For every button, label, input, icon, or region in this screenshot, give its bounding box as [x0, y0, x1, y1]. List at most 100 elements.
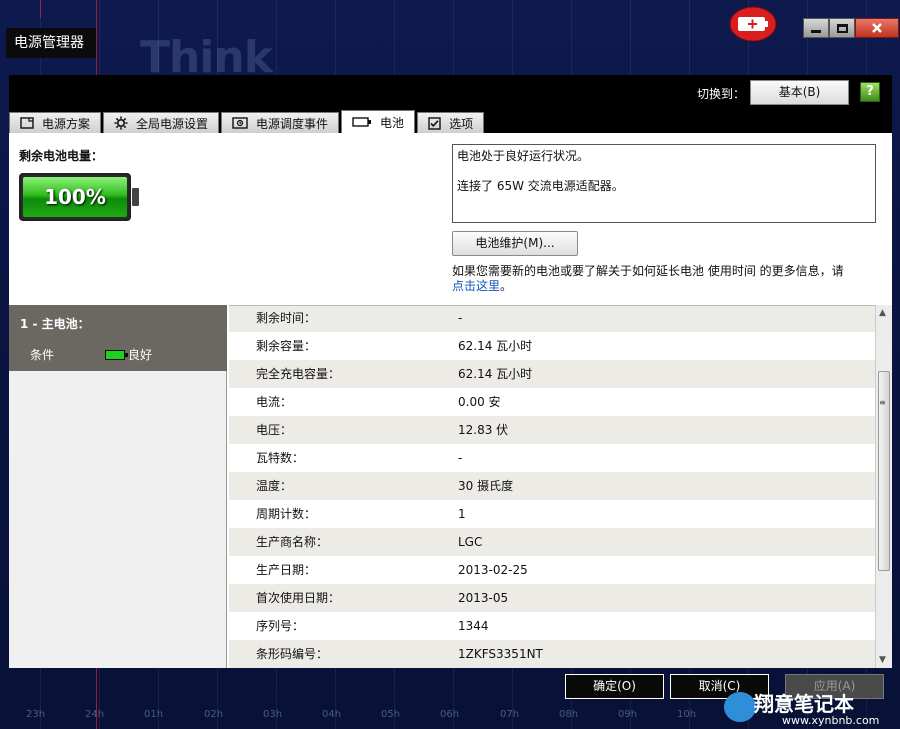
battery-app-icon — [729, 6, 777, 42]
detail-key: 周期计数： — [256, 507, 317, 521]
tab-label: 电源调度事件 — [256, 116, 329, 131]
click-here-link[interactable]: 点击这里 — [452, 279, 500, 293]
detail-value: 0.00 安 — [458, 395, 501, 409]
tab-power-plan[interactable]: 电源方案 — [9, 112, 102, 133]
detail-row: 生产日期： 2013-02-25 — [229, 556, 875, 584]
help-icon[interactable]: ? — [860, 82, 880, 102]
tab-label: 选项 — [449, 116, 474, 131]
detail-value: 1 — [458, 507, 466, 521]
tab-label: 电源方案 — [42, 116, 91, 131]
detail-value: 62.14 瓦小时 — [458, 367, 533, 381]
client-area: 切换到： 基本(B) ? 电源方案 全局电源设置 电源调度事件 电池 选项 剩余… — [9, 75, 892, 668]
time-axis-label: 07h — [500, 709, 520, 720]
condition-label: 条件 — [30, 348, 55, 362]
mini-battery-icon — [105, 349, 128, 360]
maximize-button[interactable] — [829, 18, 855, 38]
basic-mode-button[interactable]: 基本(B) — [750, 80, 849, 105]
switch-to-label: 切换到： — [697, 87, 746, 101]
close-button[interactable] — [855, 18, 899, 38]
detail-key: 电流： — [256, 395, 293, 409]
detail-row: 首次使用日期： 2013-05 — [229, 584, 875, 612]
time-axis-label: 24h — [85, 709, 105, 720]
battery-list-item[interactable]: 1 - 主电池： 条件 良好 — [9, 305, 227, 371]
detail-value: 12.83 伏 — [458, 423, 509, 437]
detail-row: 瓦特数： - — [229, 444, 875, 472]
battery-level-gauge: 100% — [19, 173, 141, 223]
tab-global-settings[interactable]: 全局电源设置 — [103, 112, 220, 133]
window-title: 电源管理器 — [6, 28, 96, 58]
remaining-charge-label: 剩余电池电量： — [19, 149, 104, 163]
status-health-text: 电池处于良好运行状况。 — [457, 149, 590, 163]
tab-schedule-events[interactable]: 电源调度事件 — [221, 112, 340, 133]
time-axis-label: 10h — [677, 709, 697, 720]
tab-label: 电池 — [380, 115, 405, 130]
power-plan-icon — [20, 117, 34, 129]
detail-key: 首次使用日期： — [256, 591, 341, 605]
info-text: 如果您需要新的电池或要了解关于如何延长电池 使用时间 的更多信息，请 点击这里。 — [452, 264, 882, 294]
battery-details-table: 剩余时间： - 剩余容量： 62.14 瓦小时 完全充电容量： 62.14 瓦小时 电流： 0… — [229, 305, 875, 668]
scroll-up-icon[interactable]: ▲ — [879, 308, 886, 318]
time-axis-label: 03h — [263, 709, 283, 720]
detail-value: 1ZKFS3351NT — [458, 647, 543, 661]
detail-key: 条形码编号： — [256, 647, 329, 661]
detail-key: 剩余容量： — [256, 339, 317, 353]
scroll-down-icon[interactable]: ▼ — [879, 655, 886, 665]
condition-status: 良好 — [105, 346, 152, 363]
info-body: 如果您需要新的电池或要了解关于如何延长电池 使用时间 的更多信息，请 — [452, 264, 844, 278]
tab-options[interactable]: 选项 — [417, 112, 485, 133]
schedule-icon — [232, 117, 248, 129]
detail-row: 条形码编号： 1ZKFS3351NT — [229, 640, 875, 668]
detail-key: 剩余时间： — [256, 311, 317, 325]
detail-value: LGC — [458, 535, 483, 549]
time-axis-label: 02h — [204, 709, 224, 720]
tab-label: 全局电源设置 — [136, 116, 209, 131]
watermark-url: www.xynbnb.com — [782, 714, 880, 727]
site-watermark: 翔意笔记本 www.xynbnb.com — [722, 688, 900, 729]
maximize-icon — [836, 23, 848, 33]
detail-key: 序列号： — [256, 619, 305, 633]
gear-icon — [114, 116, 128, 130]
tab-battery[interactable]: 电池 — [341, 110, 416, 133]
detail-row: 温度： 30 摄氏度 — [229, 472, 875, 500]
time-axis-label: 04h — [322, 709, 342, 720]
minimize-button[interactable] — [803, 18, 829, 38]
info-suffix: 。 — [500, 279, 513, 293]
status-adapter-text: 连接了 65W 交流电源适配器。 — [457, 179, 624, 193]
time-axis-label: 06h — [440, 709, 460, 720]
header-bar: 切换到： 基本(B) ? 电源方案 全局电源设置 电源调度事件 电池 选项 — [9, 75, 892, 133]
ok-button[interactable]: 确定(O) — [565, 674, 664, 699]
battery-list-panel: 1 - 主电池： 条件 良好 — [9, 305, 227, 668]
time-axis-label: 05h — [381, 709, 401, 720]
detail-value: 1344 — [458, 619, 489, 633]
detail-row: 周期计数： 1 — [229, 500, 875, 528]
detail-key: 生产日期： — [256, 563, 317, 577]
detail-value: 2013-05 — [458, 591, 509, 605]
detail-key: 电压： — [256, 423, 293, 437]
detail-row: 生产商名称： LGC — [229, 528, 875, 556]
battery-maintenance-button[interactable]: 电池维护(M)... — [452, 231, 578, 256]
detail-row: 剩余时间： - — [229, 306, 875, 332]
details-scrollbar[interactable]: ▲ ≡ ▼ — [875, 305, 892, 668]
detail-value: 62.14 瓦小时 — [458, 339, 533, 353]
battery-percent: 100% — [44, 185, 106, 209]
detail-value: 30 摄氏度 — [458, 479, 514, 493]
window-controls — [803, 18, 899, 38]
tab-strip: 电源方案 全局电源设置 电源调度事件 电池 选项 — [9, 110, 486, 133]
detail-key: 完全充电容量： — [256, 367, 341, 381]
battery-icon — [352, 117, 372, 127]
time-axis-label: 01h — [144, 709, 164, 720]
battery-name: 1 - 主电池： — [20, 317, 90, 331]
detail-row: 序列号： 1344 — [229, 612, 875, 640]
minimize-icon — [811, 29, 821, 33]
watermark-logo-icon — [724, 692, 756, 722]
detail-key: 温度： — [256, 479, 293, 493]
detail-row: 完全充电容量： 62.14 瓦小时 — [229, 360, 875, 388]
battery-status-box: 电池处于良好运行状况。 连接了 65W 交流电源适配器。 — [452, 144, 876, 223]
close-icon — [872, 23, 882, 33]
time-axis-label: 23h — [26, 709, 46, 720]
detail-key: 瓦特数： — [256, 451, 305, 465]
grip-icon: ≡ — [879, 398, 886, 407]
detail-value: 2013-02-25 — [458, 563, 528, 577]
condition-value: 良好 — [128, 348, 153, 362]
detail-row: 电流： 0.00 安 — [229, 388, 875, 416]
